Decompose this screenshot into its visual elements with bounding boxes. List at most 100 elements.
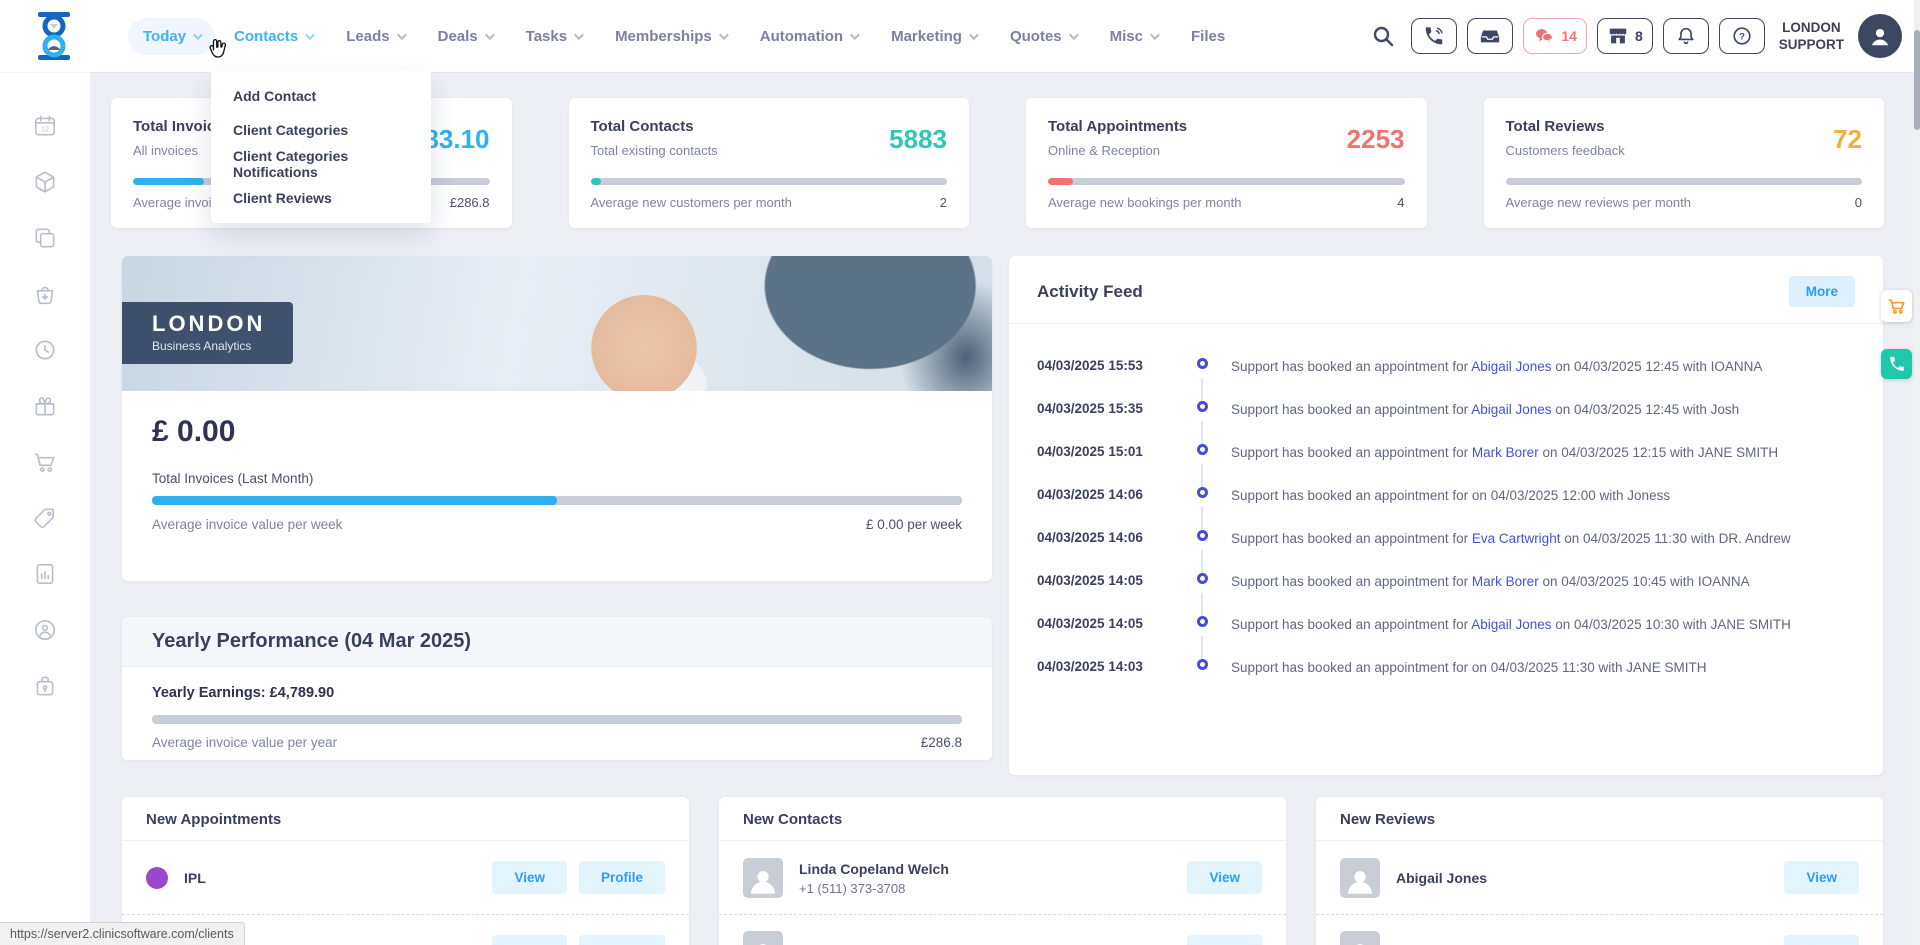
- chevron-down-icon: [969, 30, 979, 40]
- chevron-down-icon: [1069, 30, 1079, 40]
- menu-item-misc[interactable]: Misc: [1095, 18, 1172, 55]
- location-overlay: LONDON Business Analytics: [122, 302, 293, 364]
- view-button[interactable]: View: [1187, 861, 1262, 894]
- app-logo[interactable]: [28, 8, 80, 64]
- floating-cart-button[interactable]: [1881, 290, 1912, 322]
- sidebar-report-icon[interactable]: [0, 546, 90, 602]
- activity-list: 04/03/2025 15:53 Support has booked an a…: [1009, 324, 1883, 702]
- contact-row: Linda Copeland Welch +1 (511) 373-3708 V…: [719, 841, 1286, 914]
- activity-pre: Support has booked an appointment for: [1231, 359, 1471, 374]
- sidebar-package-icon[interactable]: [0, 154, 90, 210]
- profile-button[interactable]: Profile: [579, 861, 665, 894]
- sidebar-gift-icon[interactable]: [0, 378, 90, 434]
- client-link[interactable]: Abigail Jones: [1471, 402, 1551, 417]
- menu-item-leads[interactable]: Leads: [331, 18, 418, 55]
- menu-item-automation[interactable]: Automation: [745, 18, 872, 55]
- activity-post: on 04/03/2025 10:45 with IOANNA: [1539, 574, 1750, 589]
- sidebar-calendar-icon[interactable]: 12: [0, 98, 90, 154]
- clinic-photo: LONDON Business Analytics: [122, 256, 992, 391]
- activity-text: Support has booked an appointment for Ab…: [1231, 401, 1855, 418]
- activity-pre: Support has booked an appointment for: [1231, 574, 1472, 589]
- menu-label: Automation: [760, 28, 843, 45]
- menu-label: Files: [1191, 28, 1225, 45]
- activity-text: Support has booked an appointment for Ma…: [1231, 444, 1855, 461]
- svg-text:12: 12: [41, 126, 49, 133]
- sidebar-copy-icon[interactable]: [0, 210, 90, 266]
- view-button[interactable]: View: [1784, 861, 1859, 894]
- sidebar-tag-icon[interactable]: [0, 490, 90, 546]
- stat-card-reviews: Total Reviews Customers feedback 72 Aver…: [1484, 98, 1885, 228]
- floating-widgets: [1881, 290, 1912, 379]
- user-avatar[interactable]: [1858, 14, 1902, 58]
- dropdown-item-client-categories-notifications[interactable]: Client Categories Notifications: [211, 147, 431, 181]
- menu-item-contacts[interactable]: Contacts: [219, 18, 327, 55]
- activity-post: on 04/03/2025 12:45 with Josh: [1552, 402, 1740, 417]
- activity-text: Support has booked an appointment for Ab…: [1231, 616, 1855, 633]
- chevron-down-icon: [397, 30, 407, 40]
- menu-item-marketing[interactable]: Marketing: [876, 18, 991, 55]
- yearly-title: Yearly Performance (04 Mar 2025): [122, 617, 992, 667]
- view-button[interactable]: View: [1187, 935, 1262, 945]
- sidebar-history-icon[interactable]: [0, 322, 90, 378]
- search-button[interactable]: [1371, 24, 1395, 48]
- timeline-dot-icon: [1197, 401, 1208, 412]
- menu-item-memberships[interactable]: Memberships: [600, 18, 741, 55]
- timeline-dot-icon: [1197, 659, 1208, 670]
- chevron-down-icon: [1150, 30, 1160, 40]
- help-button[interactable]: ?: [1719, 18, 1765, 54]
- search-icon: [1371, 24, 1395, 48]
- stat-footer-value: £286.8: [450, 195, 490, 210]
- menu-item-today[interactable]: Today: [128, 18, 215, 55]
- activity-feed-card: Activity Feed More 04/03/2025 15:53 Supp…: [1009, 256, 1883, 775]
- sidebar-basket-icon[interactable]: [0, 266, 90, 322]
- chevron-down-icon: [574, 30, 584, 40]
- chevron-down-icon: [485, 30, 495, 40]
- client-link[interactable]: Eva Cartwright: [1472, 531, 1561, 546]
- view-button[interactable]: View: [492, 935, 567, 945]
- stat-card-appointments: Total Appointments Online & Reception 22…: [1026, 98, 1427, 228]
- panel-title: New Contacts: [719, 797, 1286, 840]
- inbox-button[interactable]: [1467, 18, 1513, 54]
- hero-footer-label: Average invoice value per week: [152, 517, 342, 532]
- sidebar-cart-icon[interactable]: [0, 434, 90, 490]
- menu-item-quotes[interactable]: Quotes: [995, 18, 1091, 55]
- top-navbar: Today Contacts Leads Deals Tasks Members…: [0, 0, 1920, 72]
- sidebar-lock-icon[interactable]: [0, 658, 90, 714]
- person-icon: [1343, 937, 1377, 945]
- account-line1: LONDON: [1779, 19, 1844, 36]
- store-button[interactable]: 8: [1597, 18, 1653, 54]
- client-link[interactable]: Abigail Jones: [1471, 617, 1551, 632]
- view-button[interactable]: View: [492, 861, 567, 894]
- activity-time: 04/03/2025 15:01: [1037, 444, 1187, 459]
- menu-item-tasks[interactable]: Tasks: [511, 18, 596, 55]
- invoices-hero-card: LONDON Business Analytics £ 0.00 Total I…: [122, 256, 992, 581]
- sidebar-support-icon[interactable]: [0, 602, 90, 658]
- client-link[interactable]: Mark Borer: [1472, 574, 1539, 589]
- account-name: LONDON SUPPORT: [1779, 19, 1844, 53]
- phone-button[interactable]: [1411, 18, 1457, 54]
- client-link[interactable]: Mark Borer: [1472, 445, 1539, 460]
- chat-bubbles-icon: [1533, 25, 1555, 47]
- more-button[interactable]: More: [1789, 276, 1855, 307]
- dropdown-item-client-reviews[interactable]: Client Reviews: [211, 181, 431, 215]
- notifications-button[interactable]: [1663, 18, 1709, 54]
- phone-chat-icon: [1888, 355, 1906, 373]
- activity-post: on 04/03/2025 12:45 with IOANNA: [1552, 359, 1763, 374]
- profile-button[interactable]: Profile: [579, 935, 665, 945]
- client-link[interactable]: Abigail Jones: [1471, 359, 1551, 374]
- contact-name: Linda Copeland Welch: [799, 860, 949, 878]
- view-button[interactable]: View: [1784, 935, 1859, 945]
- dropdown-item-add-contact[interactable]: Add Contact: [211, 79, 431, 113]
- person-icon: [1343, 864, 1377, 898]
- menu-item-files[interactable]: Files: [1176, 18, 1240, 55]
- menu-item-deals[interactable]: Deals: [423, 18, 507, 55]
- timeline-line: [1201, 421, 1203, 446]
- floating-whatsapp-button[interactable]: [1881, 349, 1912, 379]
- menu-label: Leads: [346, 28, 389, 45]
- dropdown-item-client-categories[interactable]: Client Categories: [211, 113, 431, 147]
- chat-button[interactable]: 14: [1523, 18, 1587, 54]
- chevron-down-icon: [850, 30, 860, 40]
- scrollbar-thumb[interactable]: [1914, 30, 1920, 130]
- reviewer-name: Abigail Jones: [1396, 869, 1487, 887]
- timeline-dot-icon: [1197, 573, 1208, 584]
